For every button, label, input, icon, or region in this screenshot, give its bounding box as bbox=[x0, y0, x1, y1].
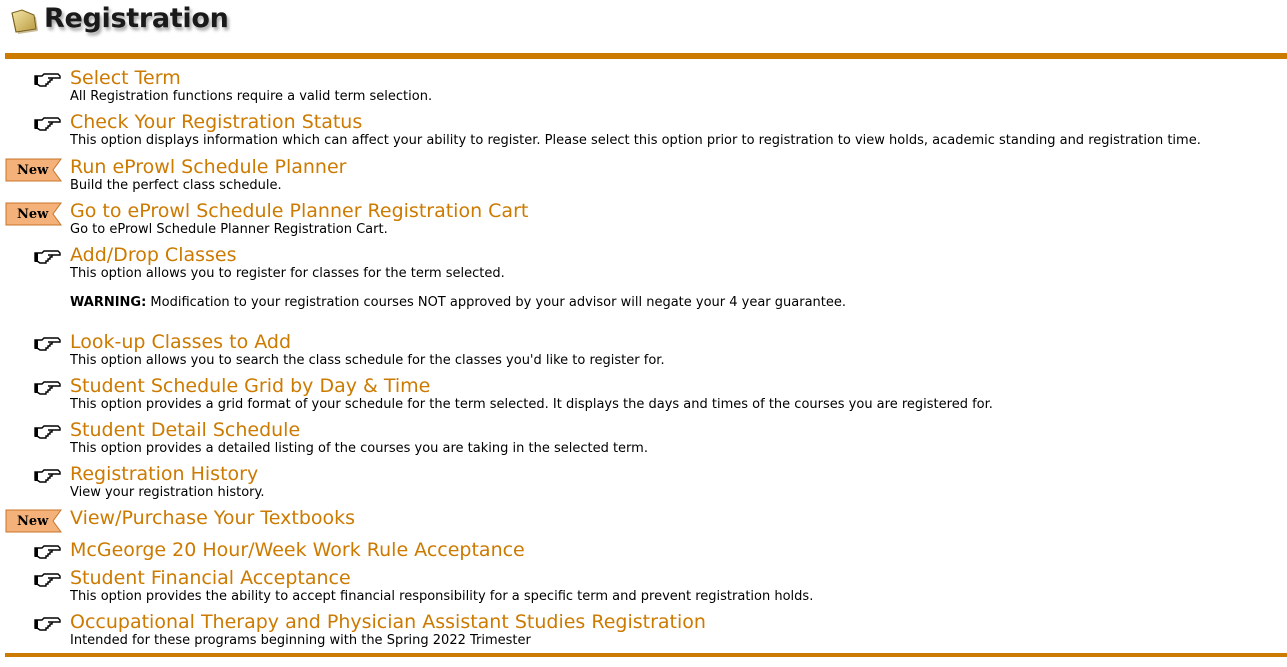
schedule-planner-cart-link[interactable]: Go to eProwl Schedule Planner Registrati… bbox=[70, 200, 528, 222]
ot-pa-registration-description: Intended for these programs beginning wi… bbox=[70, 633, 531, 648]
pointing-hand-icon bbox=[34, 250, 61, 264]
pointing-hand-icon bbox=[34, 117, 61, 131]
registration-history-link[interactable]: Registration History bbox=[70, 463, 258, 485]
financial-acceptance-description: This option provides the ability to acce… bbox=[70, 589, 814, 604]
select-term-description: All Registration functions require a val… bbox=[70, 89, 433, 104]
run-schedule-planner-description: Build the perfect class schedule. bbox=[70, 178, 282, 193]
add-drop-warning: WARNING: Modification to your registrati… bbox=[70, 295, 846, 311]
textbooks-link[interactable]: View/Purchase Your Textbooks bbox=[70, 507, 355, 529]
pointing-hand-icon bbox=[34, 617, 61, 631]
detail-schedule-link[interactable]: Student Detail Schedule bbox=[70, 419, 300, 441]
lookup-classes-link[interactable]: Look-up Classes to Add bbox=[70, 331, 291, 353]
detail-schedule-description: This option provides a detailed listing … bbox=[70, 441, 648, 456]
add-drop-classes-link[interactable]: Add/Drop Classes bbox=[70, 244, 237, 266]
footer-divider bbox=[5, 653, 1287, 657]
schedule-grid-link[interactable]: Student Schedule Grid by Day & Time bbox=[70, 375, 430, 397]
pointing-hand-icon bbox=[34, 469, 61, 483]
svg-text:New: New bbox=[17, 207, 49, 222]
new-ribbon-icon: New bbox=[5, 202, 62, 226]
pointing-hand-icon bbox=[34, 545, 61, 559]
page-title: Registration bbox=[44, 3, 229, 34]
warning-text: Modification to your registration course… bbox=[146, 295, 847, 310]
registration-history-description: View your registration history. bbox=[70, 485, 265, 500]
pointing-hand-icon bbox=[34, 337, 61, 351]
pointing-hand-icon bbox=[34, 73, 61, 87]
ot-pa-registration-link[interactable]: Occupational Therapy and Physician Assis… bbox=[70, 611, 706, 633]
header-divider bbox=[5, 53, 1287, 59]
pointing-hand-icon bbox=[34, 573, 61, 587]
page-header: Registration bbox=[0, 0, 1287, 52]
select-term-link[interactable]: Select Term bbox=[70, 67, 181, 89]
registration-page: Registration Select Term All Registratio… bbox=[0, 0, 1287, 667]
schedule-planner-cart-description: Go to eProwl Schedule Planner Registrati… bbox=[70, 222, 388, 237]
run-schedule-planner-link[interactable]: Run eProwl Schedule Planner bbox=[70, 156, 346, 178]
folder-icon bbox=[11, 9, 38, 34]
warning-label: WARNING: bbox=[70, 295, 147, 310]
work-rule-acceptance-link[interactable]: McGeorge 20 Hour/Week Work Rule Acceptan… bbox=[70, 539, 525, 561]
check-registration-status-description: This option displays information which c… bbox=[70, 133, 1201, 148]
pointing-hand-icon bbox=[34, 425, 61, 439]
check-registration-status-link[interactable]: Check Your Registration Status bbox=[70, 111, 362, 133]
lookup-classes-description: This option allows you to search the cla… bbox=[70, 353, 665, 368]
new-ribbon-icon: New bbox=[5, 158, 62, 182]
add-drop-classes-description: This option allows you to register for c… bbox=[70, 266, 505, 281]
new-ribbon-icon: New bbox=[5, 509, 62, 533]
svg-text:New: New bbox=[17, 163, 49, 178]
pointing-hand-icon bbox=[34, 381, 61, 395]
financial-acceptance-link[interactable]: Student Financial Acceptance bbox=[70, 567, 351, 589]
svg-text:New: New bbox=[17, 514, 49, 529]
schedule-grid-description: This option provides a grid format of yo… bbox=[70, 397, 993, 412]
